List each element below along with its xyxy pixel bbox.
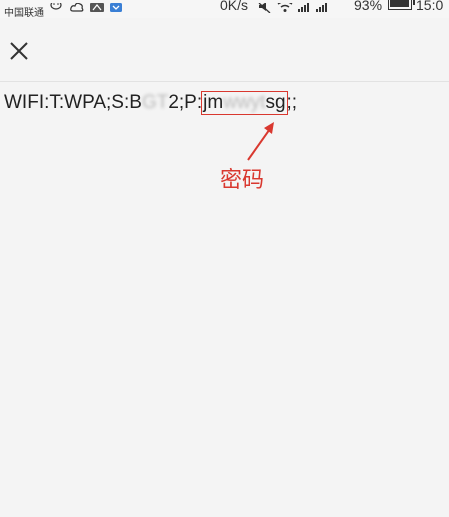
app-icon [110, 0, 122, 18]
password-end: sg [265, 92, 286, 113]
wifi-text-ssid-suffix: 2;P: [168, 92, 203, 113]
cloud-icon [70, 0, 84, 18]
carrier-name: 中国联通 [4, 8, 44, 18]
wechat-icon [50, 0, 64, 18]
huawei-icon [90, 0, 104, 18]
wifi-text-suffix: ;; [286, 92, 298, 113]
network-speed: 0K/s [220, 0, 249, 13]
password-start: jm [203, 92, 224, 113]
close-button[interactable] [6, 38, 32, 64]
password-highlight-box: jmwwytsg [201, 91, 288, 115]
status-system-icons [258, 0, 334, 14]
wifi-icon [277, 0, 293, 18]
wifi-qr-text: WIFI:T:WPA;S:BGT2;P:jmwwytsg;; [4, 91, 298, 115]
battery-icon [388, 0, 415, 10]
signal-icon [298, 0, 334, 18]
battery-percent: 93% [354, 0, 383, 13]
top-bar [0, 18, 449, 82]
password-obscured: wwyt [223, 92, 266, 113]
close-icon [10, 42, 28, 60]
annotation-label: 密码 [220, 168, 265, 193]
clock: 15:0 [416, 0, 444, 13]
mute-icon [258, 0, 272, 18]
ssid-obscured: GT [141, 92, 169, 113]
status-notification-icons [50, 0, 122, 14]
status-bar: 中国联通 0K/s 93% 15:0 [0, 0, 449, 18]
wifi-text-prefix: WIFI:T:WPA;S:B [4, 92, 142, 113]
scan-result-content: WIFI:T:WPA;S:BGT2;P:jmwwytsg;; 密码 [0, 82, 449, 517]
